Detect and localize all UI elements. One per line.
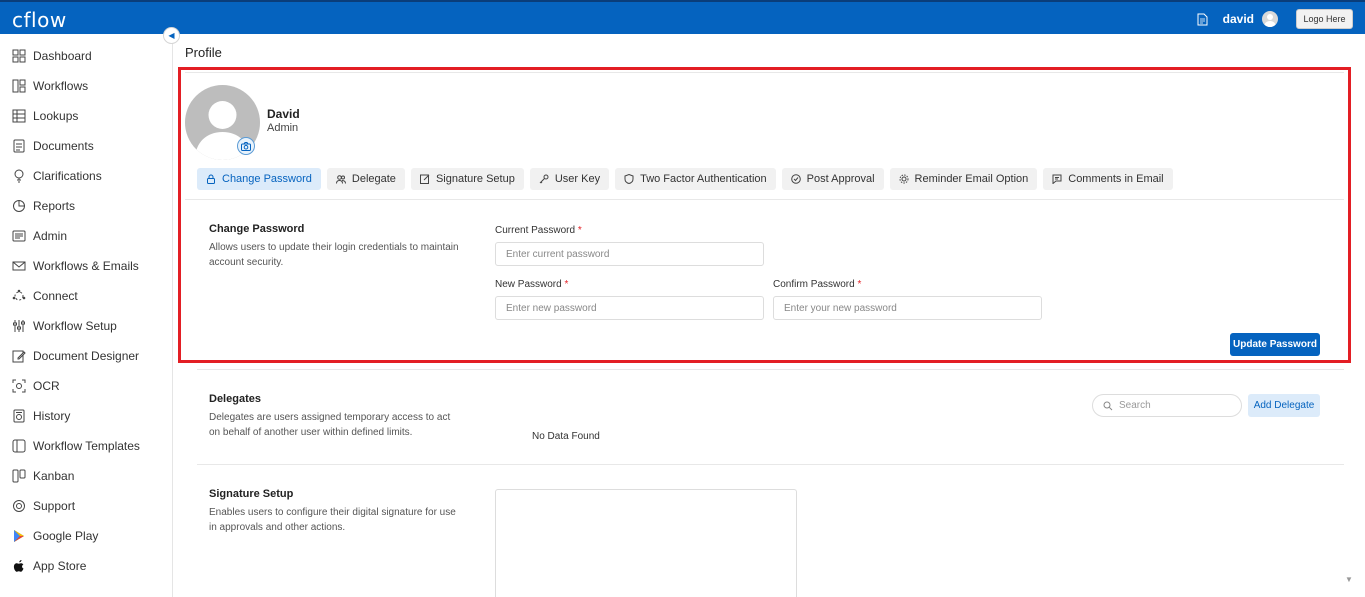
page-title: Profile [185, 45, 222, 60]
document-icon[interactable] [1197, 11, 1211, 27]
sidebar-item-label: Clarifications [33, 169, 102, 183]
template-icon [12, 439, 26, 453]
sliders-icon [13, 320, 25, 332]
sidebar-item-label: History [33, 409, 71, 423]
sidebar-item-ocr[interactable]: OCR [12, 376, 60, 396]
admin-icon [12, 230, 26, 242]
signature-title: Signature Setup [209, 488, 294, 500]
section-divider [197, 464, 1344, 465]
sidebar-item-kanban[interactable]: Kanban [12, 466, 74, 486]
sidebar-item-clarifications[interactable]: Clarifications [12, 166, 102, 186]
sidebar-item-label: Connect [33, 289, 78, 303]
workflows-icon [12, 79, 26, 93]
history-icon [13, 409, 25, 423]
sidebar-item-label: App Store [33, 559, 87, 573]
empty-state: No Data Found [532, 431, 600, 442]
brand-logo[interactable]: cflow [12, 8, 67, 32]
sidebar-item-google-play[interactable]: Google Play [12, 526, 98, 546]
sidebar-item-document-designer[interactable]: Document Designer [12, 346, 139, 366]
sidebar-item-label: Documents [33, 139, 94, 153]
sidebar-item-support[interactable]: Support [12, 496, 75, 516]
signature-description: Enables users to configure their digital… [209, 507, 456, 533]
connect-icon [12, 289, 26, 301]
sidebar-item-label: Workflows [33, 79, 89, 93]
top-right-area: david Logo Here [1197, 8, 1353, 30]
sidebar-item-history[interactable]: History [12, 406, 70, 426]
table-icon [12, 109, 26, 123]
delegate-search-input[interactable]: Search [1092, 394, 1242, 417]
sidebar-item-label: Google Play [33, 529, 99, 543]
dashboard-icon [12, 49, 26, 63]
lightbulb-icon [14, 169, 24, 183]
sidebar-item-label: OCR [33, 379, 60, 393]
sidebar-item-lookups[interactable]: Lookups [12, 106, 78, 126]
sidebar-item-workflow-setup[interactable]: Workflow Setup [12, 316, 117, 336]
sidebar-item-documents[interactable]: Documents [12, 136, 94, 156]
sidebar-item-dashboard[interactable]: Dashboard [12, 46, 92, 66]
sidebar-item-label: Workflows & Emails [33, 259, 139, 273]
scroll-down-icon[interactable]: ▼ [1345, 575, 1353, 584]
signature-pad[interactable] [495, 489, 797, 597]
sidebar-item-app-store[interactable]: App Store [12, 556, 86, 576]
scan-icon [12, 379, 26, 393]
sidebar-item-workflows[interactable]: Workflows [12, 76, 88, 96]
delegates-title: Delegates [209, 393, 261, 405]
sidebar-item-label: Workflow Setup [33, 319, 117, 333]
sidebar-item-label: Dashboard [33, 49, 92, 63]
logo-here-button[interactable]: Logo Here [1296, 9, 1353, 29]
sidebar-item-label: Workflow Templates [33, 439, 140, 453]
pie-chart-icon [13, 200, 25, 212]
apple-icon [13, 560, 24, 572]
username[interactable]: david [1223, 12, 1254, 26]
kanban-icon [12, 469, 26, 483]
highlight-frame [178, 67, 1351, 363]
top-bar: cflow david Logo Here [0, 0, 1365, 34]
sidebar-item-admin[interactable]: Admin [12, 226, 67, 246]
sidebar-item-label: Admin [33, 229, 68, 243]
support-icon [13, 500, 25, 512]
collapse-sidebar-icon[interactable]: ◀ [163, 27, 180, 44]
delegates-description: Delegates are users assigned temporary a… [209, 412, 451, 438]
document-icon [13, 139, 25, 153]
edit-document-icon [12, 350, 26, 363]
mail-icon [12, 261, 26, 271]
google-play-icon [14, 530, 24, 542]
sidebar-item-reports[interactable]: Reports [12, 196, 75, 216]
add-delegate-button[interactable]: Add Delegate [1248, 394, 1320, 417]
search-icon [1103, 401, 1113, 410]
sidebar-item-workflows-emails[interactable]: Workflows & Emails [12, 256, 139, 276]
sidebar-item-label: Document Designer [33, 349, 140, 363]
sidebar-item-label: Lookups [33, 109, 79, 123]
sidebar-item-label: Support [33, 499, 76, 513]
sidebar-item-label: Kanban [33, 469, 75, 483]
sidebar-item-connect[interactable]: Connect [12, 286, 78, 306]
sidebar-item-label: Reports [33, 199, 76, 213]
section-divider [197, 369, 1344, 370]
search-placeholder: Search [1119, 400, 1151, 411]
user-avatar-icon[interactable] [1262, 11, 1278, 27]
sidebar-item-workflow-templates[interactable]: Workflow Templates [12, 436, 140, 456]
